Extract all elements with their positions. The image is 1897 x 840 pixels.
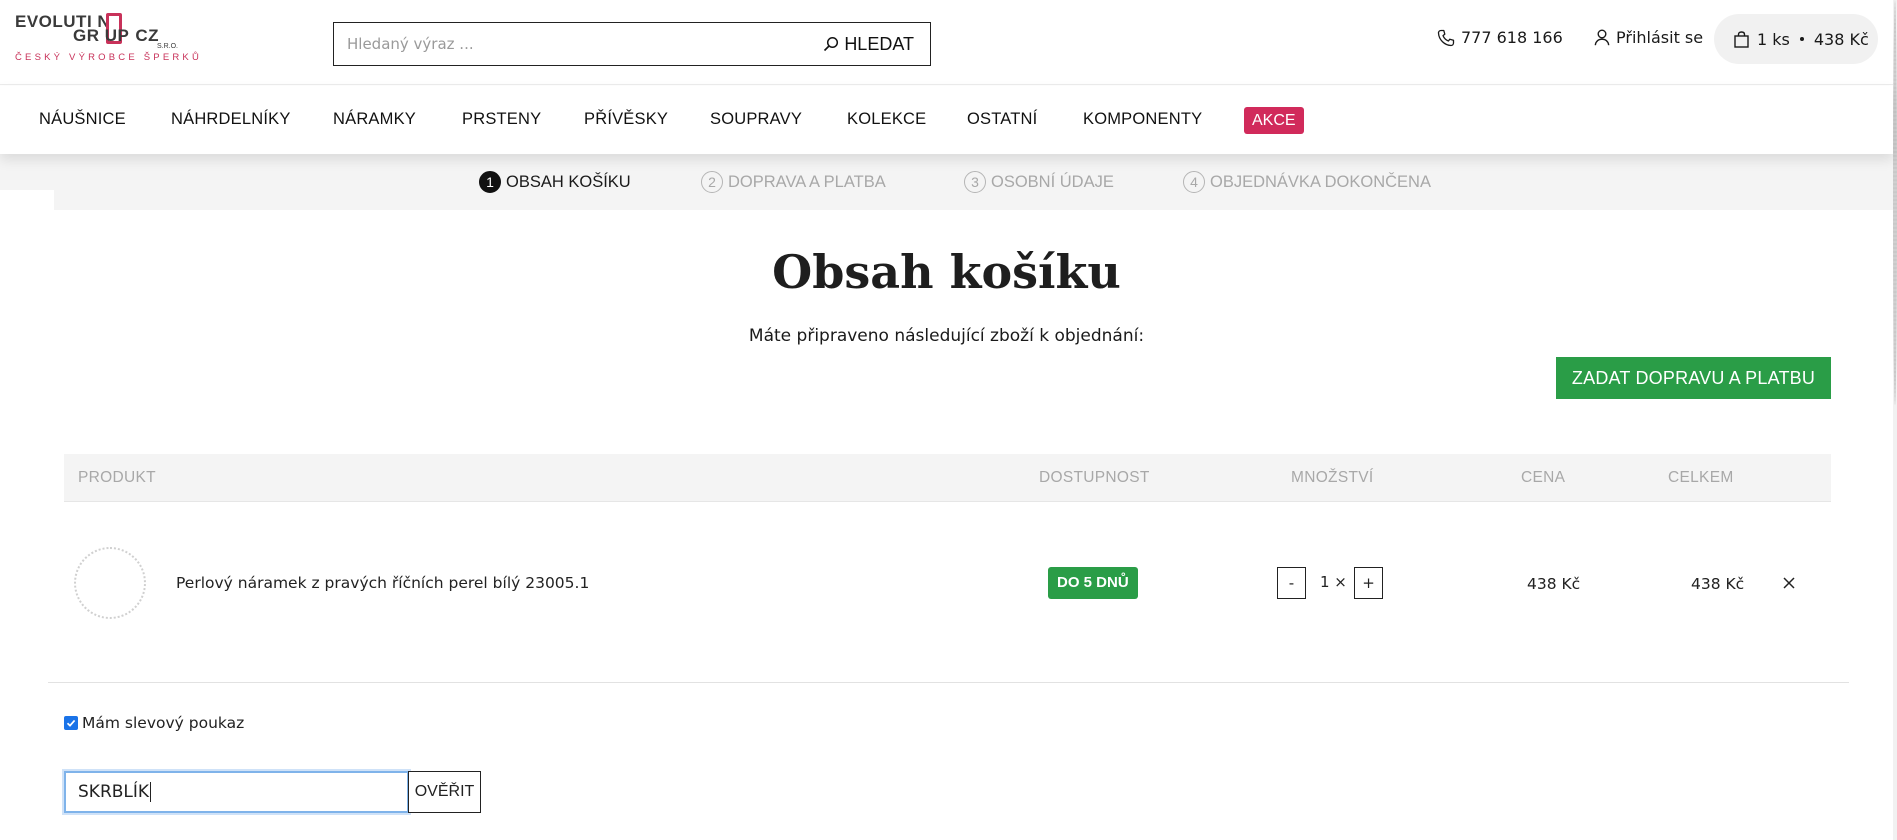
step-label: DOPRAVA A PLATBA (728, 172, 886, 191)
step-cart-contents[interactable]: 1 OBSAH KOŠÍKU (479, 171, 631, 193)
row-total: 438 Kč (1691, 575, 1745, 593)
verify-voucher-button[interactable]: OVĚŘIT (408, 771, 481, 813)
nav-item-soupravy[interactable]: SOUPRAVY (710, 110, 802, 129)
phone-number: 777 618 166 (1461, 28, 1563, 47)
voucher-code-value: SKRBLÍK (78, 782, 150, 802)
cart-separator-dot (1799, 37, 1804, 41)
text-caret (150, 782, 152, 802)
checkbox-checked-icon[interactable] (64, 716, 78, 730)
product-name-link[interactable]: Perlový náramek z pravých říčních perel … (176, 574, 589, 592)
column-header-price: CENA (1521, 469, 1566, 486)
cart-button[interactable]: 1 ks 438 Kč (1714, 14, 1878, 64)
step-number: 4 (1183, 171, 1205, 193)
search-icon (824, 36, 839, 52)
logo-line-2: GR UP CZ (73, 26, 159, 46)
steps-bar-left (0, 154, 54, 190)
quantity-increase-button[interactable]: + (1354, 567, 1383, 599)
search-input[interactable] (334, 23, 794, 64)
step-number: 3 (964, 171, 986, 193)
close-icon (1783, 577, 1795, 589)
search-bar: HLEDAT (333, 22, 931, 66)
login-label: Přihlásit se (1616, 28, 1704, 47)
nav-item-akce[interactable]: AKCE (1244, 107, 1304, 134)
site-header: EVOLUTI N GR UP CZ S.R.O. ČESKÝ VÝROBCE Š… (0, 0, 1893, 85)
step-shipping-payment[interactable]: 2 DOPRAVA A PLATBA (701, 171, 886, 193)
search-button[interactable]: HLEDAT (823, 31, 914, 57)
nav-item-privesky[interactable]: PŘÍVĚSKY (584, 110, 668, 129)
nav-item-naramky[interactable]: NÁRAMKY (333, 110, 416, 129)
nav-item-prsteny[interactable]: PRSTENY (462, 110, 541, 129)
voucher-checkbox[interactable]: Mám slevový poukaz (64, 714, 244, 732)
cart-total: 438 Kč (1813, 29, 1869, 49)
page-title: Obsah košíku (772, 245, 1121, 299)
remove-item-button[interactable] (1778, 572, 1800, 594)
page-subtitle: Máte připraveno následující zboží k obje… (748, 326, 1145, 346)
continue-to-shipping-button[interactable]: ZADAT DOPRAVU A PLATBU (1556, 357, 1831, 399)
shopping-bag-icon (1734, 30, 1749, 48)
product-thumbnail[interactable] (74, 547, 146, 619)
voucher-code-input[interactable]: SKRBLÍK (64, 771, 409, 813)
user-icon (1594, 29, 1610, 46)
voucher-checkbox-label: Mám slevový poukaz (82, 714, 245, 732)
logo-cz: CZ (135, 26, 160, 45)
logo-tagline: ČESKÝ VÝROBCE ŠPERKŮ (15, 52, 203, 63)
column-header-product: PRODUKT (78, 469, 156, 486)
step-label: OSOBNÍ ÚDAJE (991, 172, 1114, 191)
nav-item-nahrdelniky[interactable]: NÁHRDELNÍKY (171, 110, 291, 129)
quantity-decrease-button[interactable]: - (1277, 567, 1306, 599)
nav-item-kolekce[interactable]: KOLEKCE (847, 110, 926, 129)
scrollbar-thumb[interactable] (1893, 0, 1897, 405)
step-number: 1 (479, 171, 501, 193)
step-label: OBSAH KOŠÍKU (506, 172, 631, 191)
phone-icon (1437, 29, 1455, 46)
logo-group: GR UP (73, 26, 130, 45)
site-logo[interactable]: EVOLUTI N GR UP CZ S.R.O. ČESKÝ VÝROBCE Š… (15, 12, 199, 72)
nav-item-komponenty[interactable]: KOMPONENTY (1083, 110, 1202, 129)
step-personal-details[interactable]: 3 OSOBNÍ ÚDAJE (964, 171, 1114, 193)
column-header-quantity: MNOŽSTVÍ (1291, 469, 1374, 486)
phone-link[interactable]: 777 618 166 (1437, 28, 1563, 47)
page-scrollbar[interactable] (1893, 0, 1897, 840)
nav-item-nausnice[interactable]: NÁUŠNICE (39, 110, 126, 129)
step-order-complete[interactable]: 4 OBJEDNÁVKA DOKONČENA (1183, 171, 1431, 193)
column-header-total: CELKEM (1668, 469, 1734, 486)
step-number: 2 (701, 171, 723, 193)
step-label: OBJEDNÁVKA DOKONČENA (1210, 172, 1431, 191)
quantity-value: 1 × (1320, 573, 1347, 591)
section-divider (48, 682, 1849, 683)
table-row: Perlový náramek z pravých říčních perel … (64, 503, 1831, 683)
availability-badge: DO 5 DNŮ (1048, 567, 1138, 599)
column-header-availability: DOSTUPNOST (1039, 469, 1150, 486)
login-link[interactable]: Přihlásit se (1594, 28, 1703, 47)
search-button-label: HLEDAT (844, 33, 914, 54)
main-navigation: NÁUŠNICE NÁHRDELNÍKY NÁRAMKY PRSTENY PŘÍ… (0, 86, 1893, 154)
cart-count: 1 ks (1757, 29, 1790, 49)
logo-sro: S.R.O. (157, 43, 179, 50)
nav-item-ostatni[interactable]: OSTATNÍ (967, 110, 1037, 129)
unit-price: 438 Kč (1527, 575, 1581, 593)
cart-table-header: PRODUKT DOSTUPNOST MNOŽSTVÍ CENA CELKEM (64, 454, 1831, 502)
